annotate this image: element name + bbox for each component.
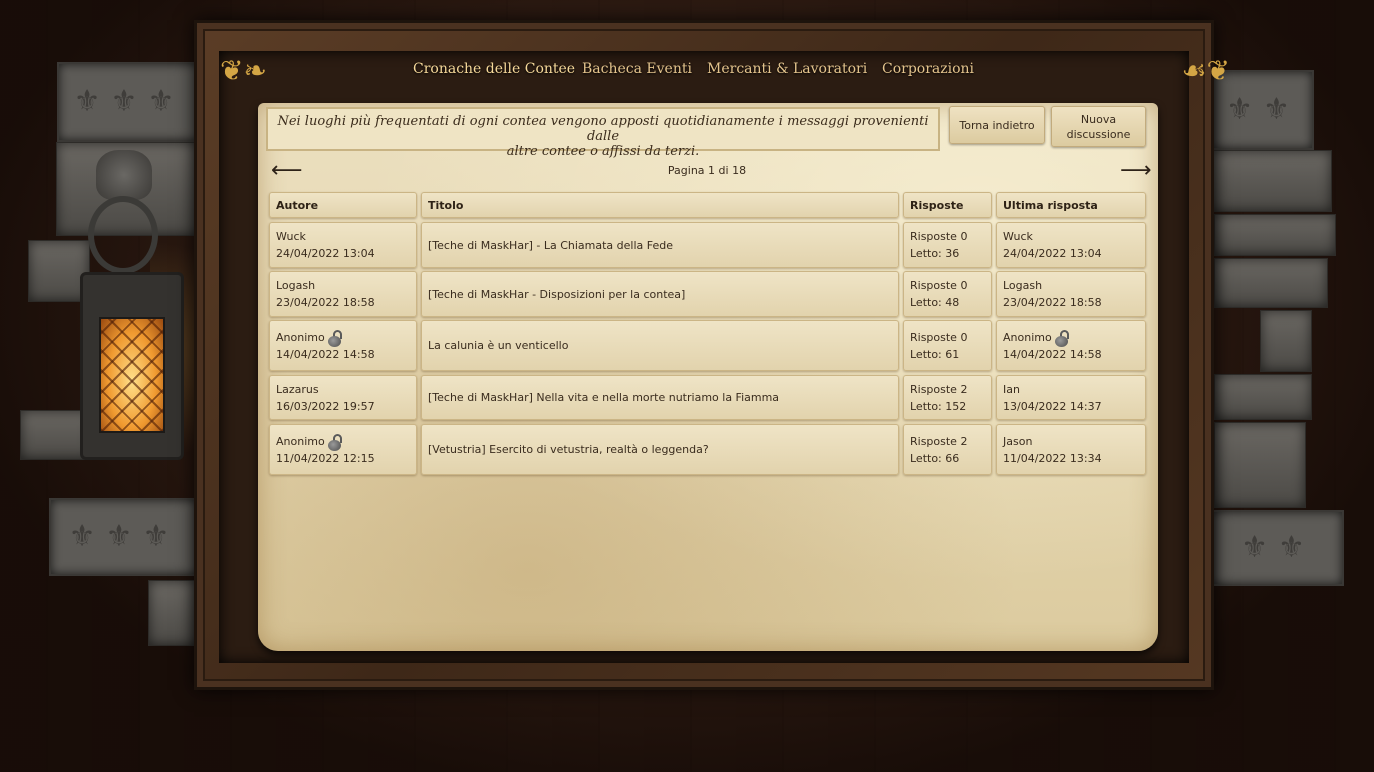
row-replies-cell: Risposte 2 Letto: 66	[903, 424, 992, 475]
thread-title-link[interactable]: [Teche di MaskHar] - La Chiamata della F…	[428, 237, 892, 254]
reads-count: Letto: 61	[910, 347, 960, 361]
row-author-cell: Logash 23/04/2022 18:58	[269, 271, 417, 317]
lion-head-icon	[96, 150, 152, 200]
notice-line-2: altre contee o affissi da terzi.	[506, 144, 700, 159]
thread-title-link[interactable]: [Teche di MaskHar - Disposizioni per la …	[428, 286, 892, 303]
replies-count: Risposte 2	[910, 434, 968, 448]
left-fleur-stone-bottom: ⚜⚜⚜	[49, 498, 199, 576]
header-risposte-label: Risposte	[910, 198, 964, 212]
replies-count: Risposte 0	[910, 279, 968, 292]
last-reply-author[interactable]: Logash	[1003, 279, 1042, 292]
back-button-label: Torna indietro	[959, 118, 1035, 132]
nav-cronache[interactable]: Cronache delle Contee	[413, 61, 575, 77]
row-author-cell: Anonimo 11/04/2022 12:15	[269, 424, 417, 475]
lock-icon	[1054, 329, 1069, 347]
page-indicator: Pagina 1 di 18	[667, 164, 747, 177]
arrow-left-icon[interactable]: ⟵	[271, 160, 303, 182]
row-author-cell: Wuck 24/04/2022 13:04	[269, 222, 417, 268]
new-discussion-label-1: Nuova	[1080, 112, 1117, 126]
top-navigation: Cronache delle Contee Bacheca Eventi Mer…	[382, 48, 992, 90]
author-date: 11/04/2022 12:15	[276, 451, 375, 465]
replies-count: Risposte 2	[910, 382, 968, 396]
arrow-right-icon[interactable]: ⟶	[1120, 160, 1152, 182]
row-last-reply-cell: Ian 13/04/2022 14:37	[996, 375, 1146, 420]
lock-icon	[327, 433, 342, 451]
author-name[interactable]: Wuck	[276, 230, 306, 243]
thread-title-link[interactable]: [Vetustria] Esercito di vetustria, realt…	[428, 441, 892, 458]
left-stone-block	[148, 580, 196, 646]
row-title-cell[interactable]: La calunia è un venticello	[421, 320, 899, 371]
gold-ornament-right-icon: ☙❦	[1181, 54, 1230, 87]
row-last-reply-cell: Anonimo 14/04/2022 14:58	[996, 320, 1146, 371]
right-stone-block	[1214, 214, 1336, 256]
nav-corporazioni[interactable]: Corporazioni	[882, 61, 974, 77]
nav-mercanti[interactable]: Mercanti & Lavoratori	[707, 61, 867, 77]
lantern-glass	[99, 317, 165, 433]
last-reply-author[interactable]: Anonimo	[1003, 331, 1052, 344]
reads-count: Letto: 66	[910, 451, 960, 465]
author-date: 16/03/2022 19:57	[276, 399, 375, 413]
author-name[interactable]: Lazarus	[276, 383, 319, 396]
author-date: 14/04/2022 14:58	[276, 347, 375, 361]
replies-count: Risposte 0	[910, 330, 968, 344]
reads-count: Letto: 152	[910, 399, 967, 413]
author-name[interactable]: Anonimo	[276, 435, 325, 448]
thread-title-link[interactable]: [Teche di MaskHar] Nella vita e nella mo…	[428, 389, 892, 406]
last-reply-date: 23/04/2022 18:58	[1003, 296, 1102, 309]
last-reply-author[interactable]: Wuck	[1003, 230, 1033, 243]
row-title-cell[interactable]: [Teche di MaskHar] Nella vita e nella mo…	[421, 375, 899, 420]
row-replies-cell: Risposte 0 Letto: 36	[903, 222, 992, 268]
row-last-reply-cell: Logash 23/04/2022 18:58	[996, 271, 1146, 317]
row-author-cell: Lazarus 16/03/2022 19:57	[269, 375, 417, 420]
header-ultima-risposta-label: Ultima risposta	[1003, 198, 1098, 212]
notice-line-1: Nei luoghi più frequentati di ogni conte…	[277, 114, 929, 144]
new-discussion-label-2: discussione	[1066, 127, 1131, 141]
header-autore[interactable]: Autore	[269, 192, 417, 218]
right-stone-block	[1214, 258, 1328, 308]
row-title-cell[interactable]: [Teche di MaskHar] - La Chiamata della F…	[421, 222, 899, 268]
author-date: 24/04/2022 13:04	[276, 247, 375, 260]
row-title-cell[interactable]: [Vetustria] Esercito di vetustria, realt…	[421, 424, 899, 475]
last-reply-date: 14/04/2022 14:58	[1003, 347, 1102, 361]
header-ultima-risposta[interactable]: Ultima risposta	[996, 192, 1146, 218]
gold-ornament-left-icon: ❦❧	[220, 54, 267, 87]
row-author-cell: Anonimo 14/04/2022 14:58	[269, 320, 417, 371]
new-discussion-button[interactable]: Nuova discussione	[1051, 106, 1146, 147]
header-risposte[interactable]: Risposte	[903, 192, 992, 218]
right-stone-block	[1214, 422, 1306, 508]
reads-count: Letto: 36	[910, 247, 960, 260]
row-last-reply-cell: Jason 11/04/2022 13:34	[996, 424, 1146, 475]
header-autore-label: Autore	[276, 198, 319, 212]
lantern-icon	[80, 272, 184, 460]
right-stone-block	[1260, 310, 1312, 372]
thread-title-link[interactable]: La calunia è un venticello	[428, 337, 892, 354]
last-reply-date: 11/04/2022 13:34	[1003, 451, 1102, 465]
last-reply-author[interactable]: Jason	[1003, 435, 1032, 448]
back-button[interactable]: Torna indietro	[949, 106, 1045, 144]
header-titolo[interactable]: Titolo	[421, 192, 899, 218]
last-reply-author[interactable]: Ian	[1003, 383, 1020, 396]
right-stone-block	[1214, 374, 1312, 420]
row-replies-cell: Risposte 0 Letto: 61	[903, 320, 992, 371]
board-notice: Nei luoghi più frequentati di ogni conte…	[266, 107, 940, 159]
author-date: 23/04/2022 18:58	[276, 296, 375, 309]
row-title-cell[interactable]: [Teche di MaskHar - Disposizioni per la …	[421, 271, 899, 317]
door-knocker-ring-icon	[88, 196, 158, 274]
last-reply-date: 24/04/2022 13:04	[1003, 247, 1102, 260]
header-titolo-label: Titolo	[428, 198, 464, 212]
reads-count: Letto: 48	[910, 296, 960, 309]
nav-bacheca-eventi[interactable]: Bacheca Eventi	[582, 61, 692, 77]
lock-icon	[327, 329, 342, 347]
left-fleur-stone-top: ⚜⚜⚜	[57, 62, 201, 142]
author-name[interactable]: Logash	[276, 279, 315, 292]
row-replies-cell: Risposte 0 Letto: 48	[903, 271, 992, 317]
row-replies-cell: Risposte 2 Letto: 152	[903, 375, 992, 420]
right-stone-block	[1212, 150, 1332, 212]
author-name[interactable]: Anonimo	[276, 331, 325, 344]
row-last-reply-cell: Wuck 24/04/2022 13:04	[996, 222, 1146, 268]
last-reply-date: 13/04/2022 14:37	[1003, 399, 1102, 413]
right-fleur-stone-bottom: ⚜⚜	[1212, 510, 1344, 586]
replies-count: Risposte 0	[910, 230, 968, 243]
